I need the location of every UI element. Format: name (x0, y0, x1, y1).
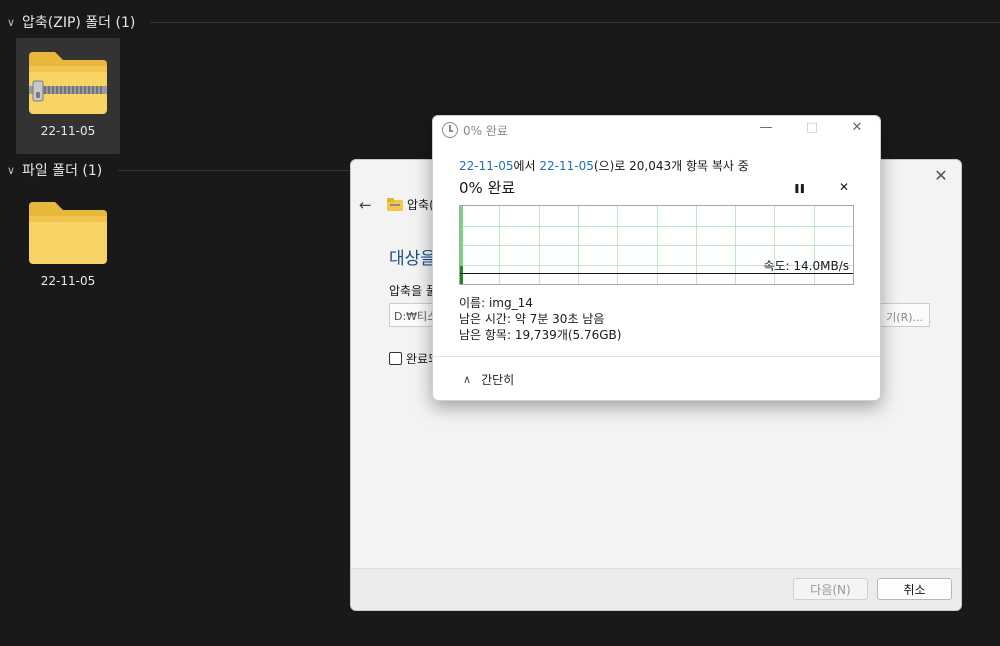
pause-icon: ❚❚ (793, 184, 806, 194)
transfer-speed-graph: 속도: 14.0MB/s (459, 205, 854, 285)
wizard-heading: 대상을 (389, 249, 436, 269)
destination-label: 압축을 풀 (389, 284, 437, 298)
current-file-name: 이름: img_14 (459, 296, 533, 310)
cancel-button[interactable]: 취소 (877, 578, 952, 600)
copy-progress-dialog: 0% 완료 — □ ✕ 22-11-05에서 22-11-05(으)로 20,0… (432, 115, 881, 401)
time-remaining: 남은 시간: 약 7분 30초 남음 (459, 312, 605, 326)
group-header-zip[interactable]: ∨ 압축(ZIP) 폴더 (1) (0, 10, 135, 34)
breadcrumb-label: 압축( (407, 198, 434, 212)
pause-button[interactable]: ❚❚ (793, 180, 806, 194)
zip-folder-item[interactable]: 22-11-05 (16, 38, 120, 154)
dialog-divider (433, 356, 880, 357)
chevron-down-icon: ∨ (6, 163, 16, 177)
item-name: 22-11-05 (40, 124, 96, 138)
back-arrow-icon[interactable]: ← (359, 196, 372, 214)
next-button[interactable]: 다음(N) (793, 578, 868, 600)
group-header-folder[interactable]: ∨ 파일 폴더 (1) (0, 158, 102, 182)
group-divider (118, 170, 350, 171)
copy-summary: 22-11-05에서 22-11-05(으)로 20,043개 항목 복사 중 (459, 157, 749, 174)
close-icon[interactable]: ✕ (931, 166, 951, 185)
close-icon[interactable]: ✕ (846, 120, 868, 140)
fewer-details-label: 간단히 (481, 373, 515, 387)
transfer-speed: 속도: 14.0MB/s (763, 259, 849, 273)
folder-item[interactable]: 22-11-05 (16, 188, 120, 304)
minimize-icon[interactable]: — (755, 120, 777, 140)
items-remaining: 남은 항목: 19,739개(5.76GB) (459, 328, 622, 342)
folder-icon (25, 198, 111, 268)
group-header-label: 파일 폴더 (1) (22, 163, 103, 179)
checkbox[interactable] (389, 352, 402, 365)
wizard-breadcrumb: 압축( (387, 196, 434, 213)
zip-folder-icon (387, 198, 403, 211)
item-name: 22-11-05 (40, 274, 96, 288)
group-divider (150, 22, 1000, 23)
wizard-footer: 다음(N) 취소 (351, 568, 961, 610)
zip-folder-icon (25, 48, 111, 118)
close-icon: ✕ (839, 180, 850, 194)
group-header-label: 압축(ZIP) 폴더 (1) (22, 15, 136, 31)
speed-sample-bar (460, 266, 463, 284)
percent-complete: 0% 완료 (459, 179, 516, 197)
source-link[interactable]: 22-11-05 (459, 159, 513, 173)
dialog-titlebar[interactable]: 0% 완료 — □ ✕ (433, 116, 880, 144)
dialog-title: 0% 완료 (463, 124, 508, 138)
fewer-details-toggle[interactable]: ∧ 간단히 (463, 371, 514, 388)
destination-link[interactable]: 22-11-05 (539, 159, 593, 173)
destination-suffix: (으)로 20,043개 항목 복사 중 (593, 159, 749, 173)
chevron-up-icon: ∧ (463, 373, 472, 386)
chevron-down-icon: ∨ (6, 15, 16, 29)
clock-icon (442, 122, 458, 138)
maximize-icon[interactable]: □ (801, 120, 823, 140)
source-suffix: 에서 (513, 159, 536, 173)
cancel-copy-button[interactable]: ✕ (839, 180, 849, 194)
